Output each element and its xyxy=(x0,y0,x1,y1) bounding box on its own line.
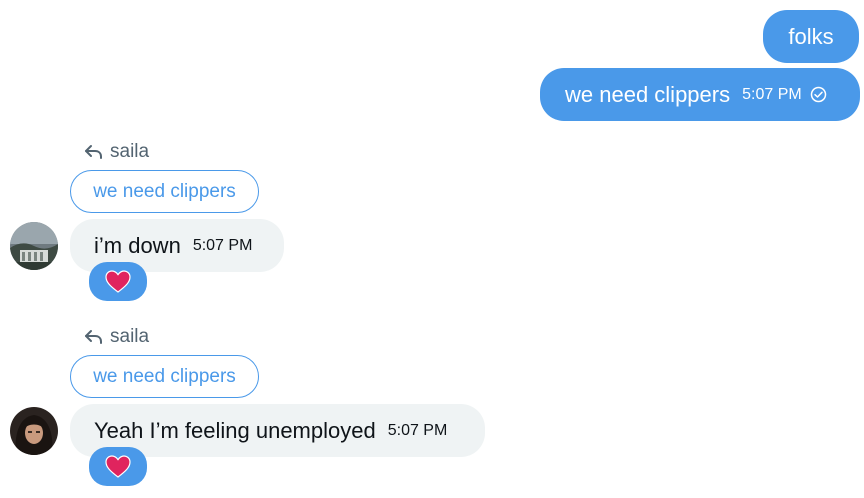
reply-arrow-icon xyxy=(84,329,103,345)
reply-arrow-icon xyxy=(84,144,103,160)
quoted-message[interactable]: we need clippers xyxy=(70,355,259,398)
message-text: folks xyxy=(788,23,834,49)
outgoing-message[interactable]: we need clippers 5:07 PM xyxy=(540,68,860,121)
reply-to-user: saila xyxy=(110,326,150,347)
check-circle-icon xyxy=(810,86,827,103)
reply-to-user: saila xyxy=(110,141,150,162)
reply-header: saila xyxy=(84,325,149,349)
quoted-text: we need clippers xyxy=(93,365,236,387)
reply-header: saila xyxy=(84,140,149,164)
avatar[interactable] xyxy=(10,407,58,455)
message-timestamp: 5:07 PM xyxy=(192,236,253,254)
message-text: i’m down xyxy=(94,232,181,258)
heart-icon xyxy=(105,454,131,479)
message-timestamp: 5:07 PM xyxy=(742,85,802,103)
quoted-text: we need clippers xyxy=(93,180,236,202)
heart-icon xyxy=(105,269,131,294)
outgoing-message[interactable]: folks xyxy=(763,10,859,63)
avatar[interactable] xyxy=(10,222,58,270)
message-text: Yeah I’m feeling unemployed xyxy=(94,417,376,443)
message-timestamp: 5:07 PM xyxy=(387,421,448,439)
reaction-badge[interactable] xyxy=(89,262,147,301)
quoted-message[interactable]: we need clippers xyxy=(70,170,259,213)
message-text: we need clippers xyxy=(565,81,731,107)
reaction-badge[interactable] xyxy=(89,447,147,486)
